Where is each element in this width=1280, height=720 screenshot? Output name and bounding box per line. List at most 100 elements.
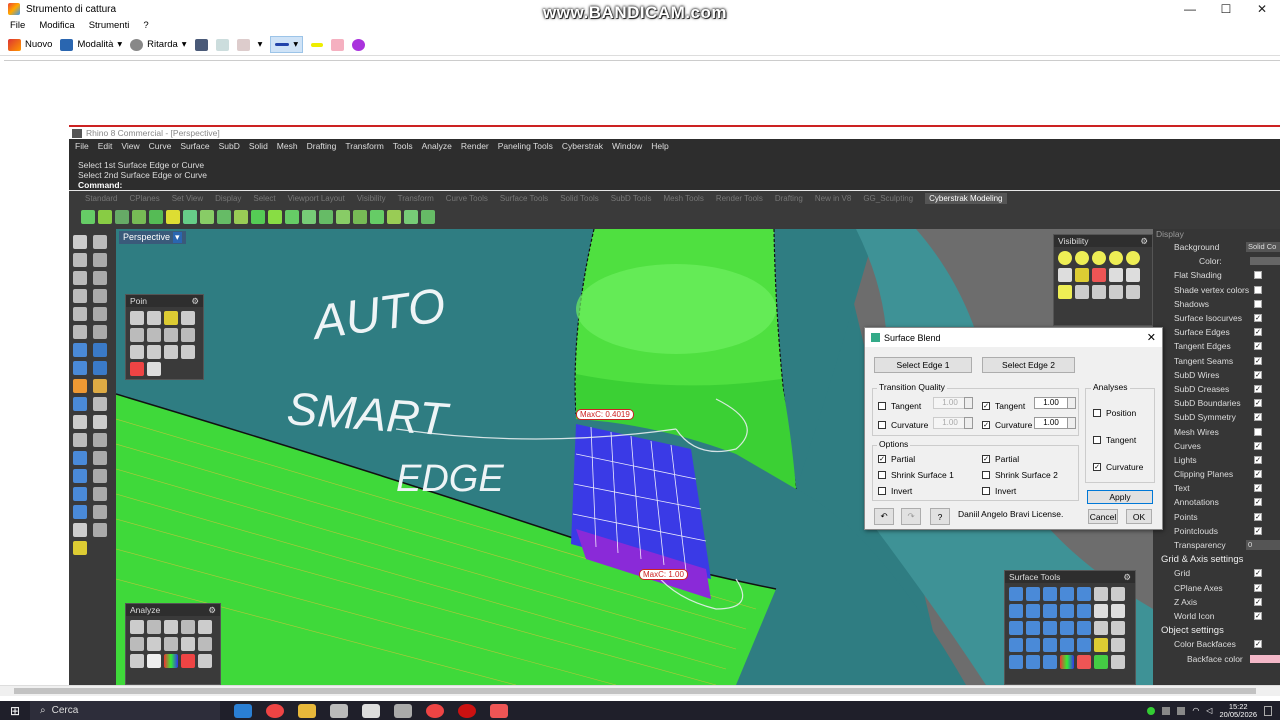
rotate-icon[interactable]	[73, 487, 87, 501]
polygon-icon[interactable]	[73, 307, 87, 321]
circle-icon[interactable]	[73, 325, 87, 339]
tool-icon[interactable]	[268, 210, 282, 224]
surface-tool-icon[interactable]	[1111, 587, 1125, 601]
surface-tool-icon[interactable]	[1009, 621, 1023, 635]
analyze-tool-icon[interactable]	[147, 620, 161, 634]
tab-cyberstrak-modeling[interactable]: Cyberstrak Modeling	[925, 192, 1007, 204]
check-icon[interactable]	[73, 523, 87, 537]
ok-button[interactable]: OK	[1126, 509, 1152, 524]
eraser-icon[interactable]	[331, 38, 345, 51]
tool-icon[interactable]	[404, 210, 418, 224]
point-tool-icon[interactable]	[147, 345, 161, 359]
surface-tool-icon[interactable]	[1043, 655, 1057, 669]
rhino-menu-view[interactable]: View	[121, 141, 139, 151]
display-row-checkbox[interactable]: ✓	[1254, 611, 1262, 620]
tangent1-spinner[interactable]	[964, 397, 973, 409]
display-row-checkbox[interactable]: ✓	[1254, 569, 1262, 578]
chevron-down-icon[interactable]: ▾	[173, 232, 182, 243]
notification-icon[interactable]	[1264, 705, 1272, 716]
analyze-tool-icon[interactable]	[130, 637, 144, 651]
gear-icon[interactable]: ⚙	[208, 605, 216, 616]
text-icon[interactable]	[73, 451, 87, 465]
analyze-tool-icon[interactable]	[164, 620, 178, 634]
tool-icon[interactable]	[302, 210, 316, 224]
surface-icon[interactable]	[93, 361, 107, 375]
surface-tool-icon[interactable]	[1043, 621, 1057, 635]
display-row-checkbox[interactable]	[1254, 271, 1262, 280]
rhino-menu-curve[interactable]: Curve	[149, 141, 172, 151]
point-tool-icon[interactable]	[147, 362, 161, 376]
surface-tool-icon[interactable]	[1009, 638, 1023, 652]
menu-strumenti[interactable]: Strumenti	[89, 20, 130, 31]
lightbulb-icon[interactable]	[1075, 251, 1089, 265]
surface-tool-icon[interactable]	[1094, 587, 1108, 601]
cylinder-icon[interactable]	[73, 361, 87, 375]
point-tool-icon[interactable]	[164, 311, 178, 325]
rhino-menu-window[interactable]: Window	[612, 141, 642, 151]
curvature2-checkbox[interactable]: ✓ Curvature	[982, 420, 1032, 430]
split-icon[interactable]	[93, 397, 107, 411]
shrink-surface-2-checkbox[interactable]: Shrink Surface 2	[982, 470, 1058, 480]
tool-icon[interactable]	[387, 210, 401, 224]
display-row-checkbox[interactable]: ✓	[1254, 583, 1262, 592]
tab-mesh-tools[interactable]: Mesh Tools	[664, 194, 704, 203]
gear-icon[interactable]: ⚙	[1123, 572, 1131, 583]
visibility-tool-icon[interactable]	[1075, 268, 1089, 282]
tool-icon[interactable]	[421, 210, 435, 224]
tab-render-tools[interactable]: Render Tools	[716, 194, 763, 203]
transparency-input[interactable]: 0	[1246, 540, 1280, 551]
analyze-tool-icon[interactable]	[164, 637, 178, 651]
clock[interactable]: 15:22 20/05/2026	[1219, 702, 1257, 719]
tool-icon[interactable]	[285, 210, 299, 224]
rhino-menu-cyberstrak[interactable]: Cyberstrak	[562, 141, 603, 151]
file-explorer-icon[interactable]	[298, 703, 316, 718]
tool-icon[interactable]	[200, 210, 214, 224]
display-row-checkbox[interactable]: ✓	[1254, 384, 1262, 393]
tool-icon[interactable]	[251, 210, 265, 224]
surface-tool-icon[interactable]	[1043, 604, 1057, 618]
surface-tool-icon[interactable]	[1094, 604, 1108, 618]
close-icon[interactable]: ✕	[1147, 331, 1156, 344]
display-row-checkbox[interactable]	[1254, 427, 1262, 436]
tool-icon[interactable]	[132, 210, 146, 224]
zebra-icon[interactable]	[164, 654, 178, 668]
display-row-checkbox[interactable]	[1254, 299, 1262, 308]
surface-tool-icon[interactable]	[1094, 638, 1108, 652]
bandicam-icon[interactable]	[458, 703, 476, 718]
save-icon[interactable]	[194, 38, 208, 51]
tab-curve-tools[interactable]: Curve Tools	[446, 194, 488, 203]
display-row-checkbox[interactable]: ✓	[1254, 342, 1262, 351]
curvature2-spinner[interactable]	[1067, 417, 1076, 429]
scale-icon[interactable]	[93, 487, 107, 501]
tangent1-value[interactable]: 1.00	[933, 397, 967, 409]
visibility-tool-icon[interactable]	[1109, 285, 1123, 299]
tool-icon[interactable]	[234, 210, 248, 224]
tab-drafting[interactable]: Drafting	[775, 194, 803, 203]
tool-icon[interactable]	[217, 210, 231, 224]
tool-icon[interactable]	[98, 210, 112, 224]
wifi-icon[interactable]: ◠	[1192, 706, 1199, 715]
point-tool-icon[interactable]	[181, 328, 195, 342]
copy-icon[interactable]	[215, 38, 229, 51]
tab-viewport-layout[interactable]: Viewport Layout	[288, 194, 345, 203]
analyze-tool-icon[interactable]	[181, 620, 195, 634]
tray-icon[interactable]	[1177, 706, 1186, 715]
tangent2-spinner[interactable]	[1067, 397, 1076, 409]
tool-icon[interactable]	[319, 210, 333, 224]
tangent1-checkbox[interactable]: Tangent	[878, 401, 921, 411]
surface-tool-icon[interactable]	[1043, 638, 1057, 652]
tab-set-view[interactable]: Set View	[172, 194, 203, 203]
horizontal-scrollbar[interactable]	[0, 685, 1280, 696]
display-row-checkbox[interactable]: ✓	[1254, 597, 1262, 606]
chrome-icon[interactable]	[266, 703, 284, 718]
delay-button[interactable]: Ritarda ▾	[130, 38, 187, 51]
polyline-icon[interactable]	[73, 253, 87, 267]
surface-tool-icon[interactable]	[1060, 638, 1074, 652]
point-icon[interactable]	[93, 235, 107, 249]
display-row-checkbox[interactable]: ✓	[1254, 399, 1262, 408]
surface-tool-icon[interactable]	[1060, 604, 1074, 618]
light-icon[interactable]	[73, 541, 87, 555]
surface-tool-icon[interactable]	[1060, 655, 1074, 669]
lightbulb-icon[interactable]	[1092, 251, 1106, 265]
analyze-tool-icon[interactable]	[181, 654, 195, 668]
